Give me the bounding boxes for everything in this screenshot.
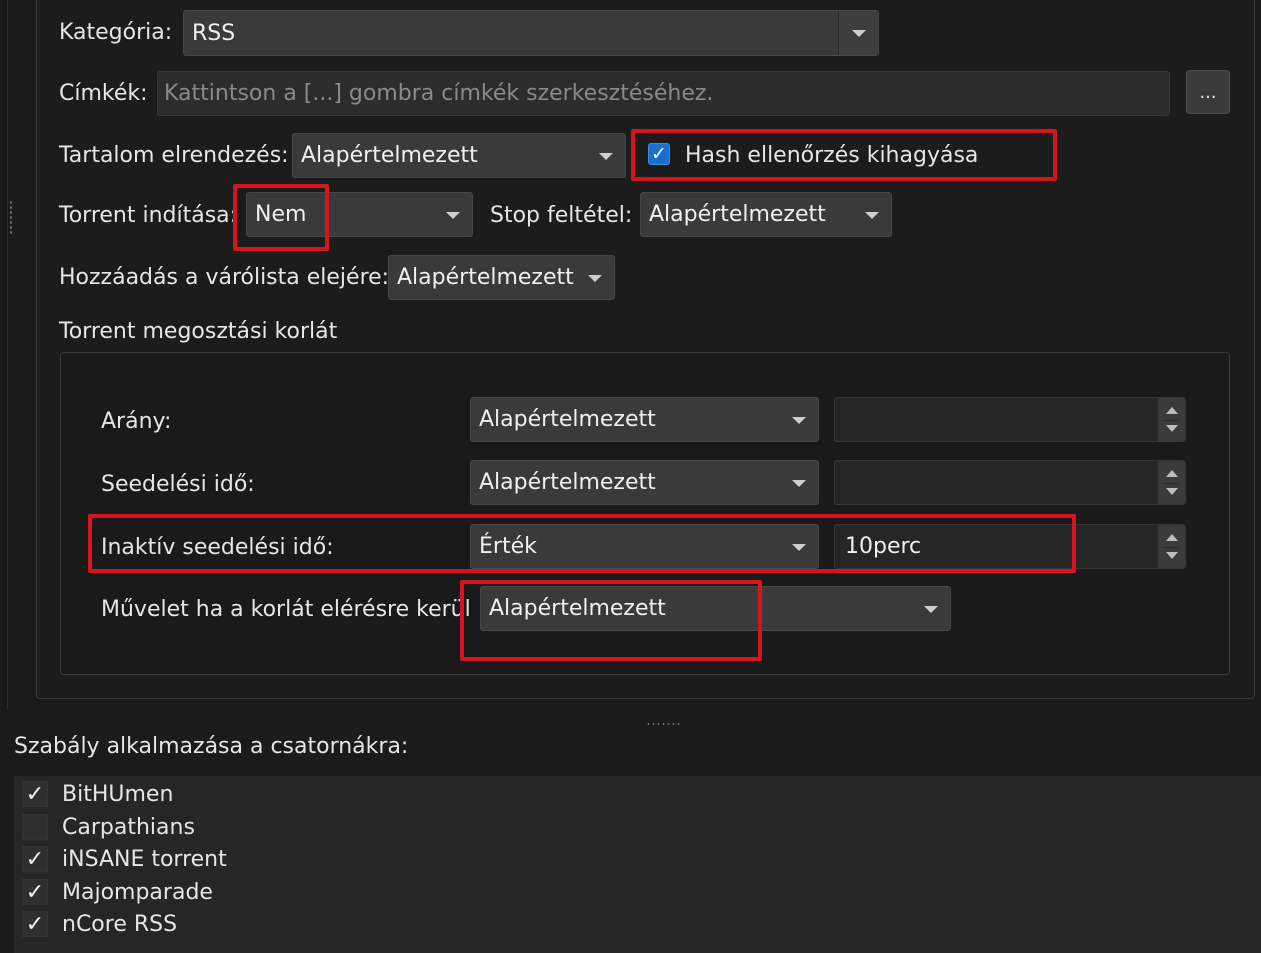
vertical-grip-icon[interactable]: [9, 200, 13, 236]
horizontal-grip-icon[interactable]: [646, 722, 682, 726]
category-dropdown-button[interactable]: [838, 11, 878, 55]
feed-checkbox[interactable]: [22, 814, 48, 840]
stop-condition-label: Stop feltétel:: [490, 203, 633, 228]
feeds-list: ✓ BitHUmen Carpathians ✓ iNSANE torrent …: [14, 776, 1261, 953]
left-splitter[interactable]: [0, 0, 8, 710]
seeding-time-label: Seedelési idő:: [101, 472, 255, 497]
spin-up-icon[interactable]: [1166, 534, 1178, 541]
chevron-down-icon: [599, 152, 613, 160]
feed-name: Majomparade: [62, 879, 213, 905]
list-item[interactable]: Carpathians: [22, 812, 195, 842]
chevron-down-icon: [792, 479, 806, 487]
tags-input[interactable]: Kattintson a [...] gombra címkék szerkes…: [157, 71, 1170, 116]
skip-hash-checkbox[interactable]: ✓: [648, 143, 670, 165]
chevron-down-icon: [446, 211, 460, 219]
add-to-top-value: Alapértelmezett: [397, 265, 574, 290]
ratio-mode-value: Alapértelmezett: [479, 407, 656, 432]
chevron-down-icon: [865, 211, 879, 219]
category-label: Kategória:: [59, 20, 173, 45]
chevron-down-icon: [852, 30, 866, 37]
content-layout-label: Tartalom elrendezés:: [59, 143, 289, 168]
stop-condition-combo[interactable]: Alapértelmezett: [640, 192, 892, 237]
chevron-down-icon: [792, 416, 806, 424]
feed-name: nCore RSS: [62, 911, 178, 937]
ratio-spinbox[interactable]: [834, 397, 1186, 442]
ratio-label: Arány:: [101, 409, 172, 434]
tags-placeholder: Kattintson a [...] gombra címkék szerkes…: [164, 81, 714, 106]
tags-label: Címkék:: [59, 81, 148, 106]
add-to-top-label: Hozzáadás a várólista elejére:: [59, 265, 390, 290]
spin-down-icon[interactable]: [1166, 552, 1178, 559]
feed-checkbox[interactable]: ✓: [22, 879, 48, 905]
spin-down-icon[interactable]: [1166, 425, 1178, 432]
feed-checkbox[interactable]: ✓: [22, 846, 48, 872]
list-item[interactable]: ✓ Majomparade: [22, 877, 213, 907]
spin-up-icon[interactable]: [1166, 407, 1178, 414]
list-item[interactable]: ✓ iNSANE torrent: [22, 844, 227, 874]
list-item[interactable]: ✓ nCore RSS: [22, 909, 177, 939]
inactive-seeding-time-spin-buttons[interactable]: [1157, 525, 1185, 568]
ratio-spin-buttons[interactable]: [1157, 398, 1185, 441]
feed-checkbox[interactable]: ✓: [22, 911, 48, 937]
stop-condition-value: Alapértelmezett: [649, 202, 826, 227]
list-item[interactable]: ✓ BitHUmen: [22, 779, 173, 809]
edit-tags-button[interactable]: ...: [1186, 70, 1230, 114]
spin-down-icon[interactable]: [1166, 488, 1178, 495]
chevron-down-icon: [588, 274, 602, 282]
highlight-start-torrent: [233, 184, 329, 251]
highlight-limit-action: [460, 580, 762, 661]
feed-name: Carpathians: [62, 814, 195, 840]
start-torrent-label: Torrent indítása:: [59, 203, 238, 228]
content-layout-value: Alapértelmezett: [301, 143, 478, 168]
chevron-down-icon: [924, 605, 938, 613]
seeding-time-mode-combo[interactable]: Alapértelmezett: [470, 460, 819, 505]
skip-hash-label[interactable]: Hash ellenőrzés kihagyása: [685, 142, 978, 170]
highlight-inactive-seeding-time: [88, 514, 1076, 573]
feed-checkbox[interactable]: ✓: [22, 781, 48, 807]
seeding-time-spin-buttons[interactable]: [1157, 461, 1185, 504]
share-limits-title: Torrent megosztási korlát: [59, 319, 338, 344]
category-combo[interactable]: RSS: [183, 10, 879, 56]
limit-action-label: Művelet ha a korlát elérésre kerül: [101, 597, 471, 622]
category-value: RSS: [192, 20, 236, 46]
content-layout-combo[interactable]: Alapértelmezett: [292, 133, 626, 178]
feed-name: iNSANE torrent: [62, 846, 227, 872]
add-to-top-combo[interactable]: Alapértelmezett: [388, 255, 615, 300]
ratio-mode-combo[interactable]: Alapértelmezett: [470, 397, 819, 442]
feed-name: BitHUmen: [62, 781, 174, 807]
seeding-time-mode-value: Alapértelmezett: [479, 470, 656, 495]
seeding-time-spinbox[interactable]: [834, 460, 1186, 505]
spin-up-icon[interactable]: [1166, 470, 1178, 477]
feeds-label: Szabály alkalmazása a csatornákra:: [14, 734, 409, 759]
